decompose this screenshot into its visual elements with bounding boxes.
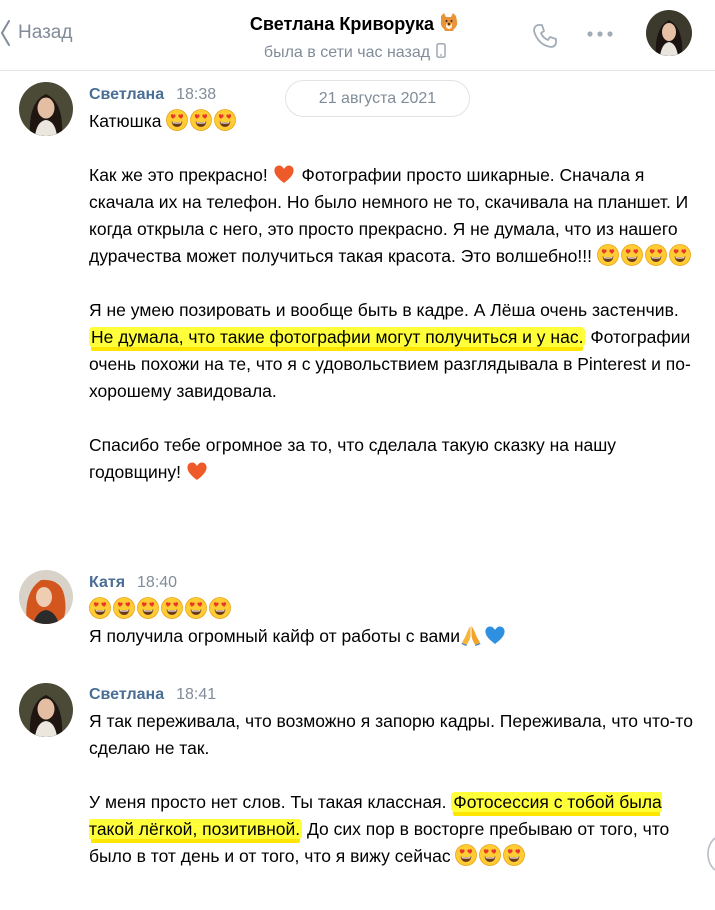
heart-eyes-emoji <box>479 844 501 866</box>
online-status: была в сети час назад <box>264 43 446 63</box>
message-paragraph: Спасибо тебе огромное за то, что сделала… <box>89 435 617 482</box>
chat-title: Светлана Криворука <box>250 12 460 37</box>
heart-eyes-emoji <box>113 597 135 619</box>
heart-eyes-emoji <box>185 597 207 619</box>
highlighted-text: Не думала, что такие фотографии могут по… <box>89 327 586 347</box>
heart-eyes-emoji <box>161 597 183 619</box>
heart-eyes-emoji <box>214 109 236 131</box>
heart-eyes-emoji <box>645 244 667 266</box>
message-body: Я так переживала, что возможно я запорю … <box>89 708 699 870</box>
back-chevron-icon <box>0 19 10 47</box>
avatar[interactable] <box>19 82 73 136</box>
back-button[interactable]: Назад <box>0 18 72 48</box>
praying-hands-emoji <box>460 624 482 646</box>
message-paragraph <box>89 596 699 623</box>
heart-eyes-emoji <box>597 244 619 266</box>
message-author[interactable]: Катя <box>89 574 125 592</box>
phone-call-icon[interactable] <box>530 21 560 56</box>
back-label: Назад <box>18 22 73 43</box>
message-header: Катя 18:40 <box>89 574 177 592</box>
heart-eyes-emoji <box>503 844 525 866</box>
message-time: 18:41 <box>176 686 217 703</box>
orange-heart-emoji <box>186 460 208 482</box>
message-paragraph: У меня просто нет слов. Ты такая классна… <box>89 792 670 866</box>
heart-eyes-emoji <box>209 597 231 619</box>
heart-eyes-emoji <box>621 244 643 266</box>
message-paragraph: Я получила огромный кайф от работы с вам… <box>89 623 699 650</box>
more-dots-icon[interactable] <box>585 27 615 46</box>
contact-name: Светлана Криворука <box>249 14 435 34</box>
message-paragraph: Как же это прекрасно! Фотографии просто … <box>89 162 699 270</box>
orange-heart-emoji <box>273 163 295 185</box>
heart-eyes-emoji <box>166 109 188 131</box>
avatar[interactable] <box>19 570 73 624</box>
chat-title-block[interactable]: Светлана Криворука была в сети час назад <box>180 12 530 63</box>
message-author[interactable]: Светлана <box>89 686 164 704</box>
message-time: 18:40 <box>137 574 178 591</box>
chat-header: Назад Светлана Криворука была в сети час… <box>0 0 715 71</box>
dog-icon <box>438 12 460 37</box>
heart-eyes-emoji <box>455 844 477 866</box>
heart-eyes-emoji <box>669 244 691 266</box>
message-author[interactable]: Светлана <box>89 86 164 104</box>
message-body: Катюшка Как же это прекрасно! Фотографии… <box>89 108 699 486</box>
edge-partial-icon <box>706 834 715 874</box>
message-paragraph: Я не умею позировать и вообще быть в кад… <box>89 300 691 401</box>
heart-eyes-emoji <box>190 109 212 131</box>
message-body: Я получила огромный кайф от работы с вам… <box>89 596 699 650</box>
message-header: Светлана 18:38 <box>89 86 216 104</box>
message-paragraph: Я так переживала, что возможно я запорю … <box>89 711 693 758</box>
phone-device-icon <box>436 43 446 63</box>
message-time: 18:38 <box>176 86 217 103</box>
blue-heart-emoji <box>484 624 506 646</box>
heart-eyes-emoji <box>137 597 159 619</box>
message-paragraph: Катюшка <box>89 108 699 135</box>
contact-avatar[interactable] <box>646 10 692 56</box>
avatar[interactable] <box>19 683 73 737</box>
heart-eyes-emoji <box>89 597 111 619</box>
message-header: Светлана 18:41 <box>89 686 216 704</box>
